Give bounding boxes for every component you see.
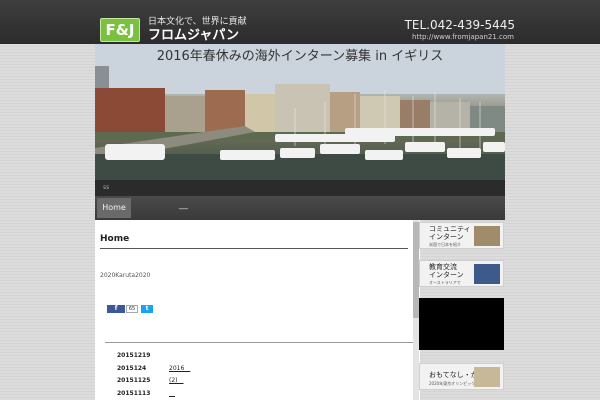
site-brand-name[interactable]: フロムジャパン: [148, 28, 239, 43]
archive-date: 2015124: [117, 365, 147, 372]
site-header: F&J 日本文化で、世界に貢献 フロムジャパン TEL.042-439-5445…: [0, 0, 600, 44]
card-title: コミュニティ: [429, 225, 471, 233]
site-url[interactable]: http://www.fromjapan21.com: [412, 33, 514, 41]
archive-link[interactable]: __: [169, 390, 175, 397]
archive-link[interactable]: (2)__: [169, 377, 184, 384]
share-count: 65: [126, 305, 138, 313]
banner-caption: ss: [103, 184, 110, 191]
card-thumbnail: [474, 367, 500, 387]
card-title: 教育交流: [429, 263, 457, 271]
page-title: Home: [100, 234, 130, 244]
nav-item-home[interactable]: Home: [97, 198, 131, 218]
video-player[interactable]: [419, 298, 504, 350]
sidebar-card-education-intern[interactable]: 教育交流 インターン オーストラリアで: [419, 260, 504, 287]
title-divider: [100, 248, 408, 249]
phone-number: TEL.042-439-5445: [404, 18, 515, 32]
facebook-share-button[interactable]: f: [107, 305, 125, 313]
main-nav: Home __: [95, 196, 505, 220]
archive-divider: [105, 342, 415, 343]
banner-caption-strip: ss: [95, 180, 505, 196]
card-caption: 米国で日本を紹介: [429, 242, 461, 247]
site-tagline: 日本文化で、世界に貢献: [148, 17, 247, 27]
card-subtitle: インターン: [429, 233, 464, 241]
card-thumbnail: [474, 226, 500, 246]
hero-banner: 2016年春休みの海外インターン募集 in イギリス ss: [95, 44, 505, 196]
archive-date: 20151125: [117, 377, 151, 384]
card-thumbnail: [474, 264, 500, 284]
archive-link[interactable]: 2016__: [169, 365, 190, 372]
archive-date: 20151113: [117, 390, 151, 397]
nav-item-2[interactable]: __: [179, 200, 188, 210]
harbor-photo: [95, 44, 505, 180]
twitter-share-button[interactable]: t: [141, 305, 153, 313]
site-logo[interactable]: F&J: [100, 18, 140, 42]
main-content: Home 2020Karuta2020 f 65 t 20151219 2015…: [95, 220, 420, 400]
sidebar-card-omotenashi-karuta[interactable]: おもてなし・かるた 2020年東京オリンピック応援: [419, 363, 504, 390]
archive-date: 20151219: [117, 352, 151, 359]
post-text: 2020Karuta2020: [100, 272, 151, 279]
sidebar-card-community-intern[interactable]: コミュニティ インターン 米国で日本を紹介: [419, 222, 504, 249]
banner-title[interactable]: 2016年春休みの海外インターン募集 in イギリス: [95, 45, 505, 64]
card-subtitle: インターン: [429, 271, 464, 279]
card-caption: オーストラリアで: [429, 280, 461, 285]
